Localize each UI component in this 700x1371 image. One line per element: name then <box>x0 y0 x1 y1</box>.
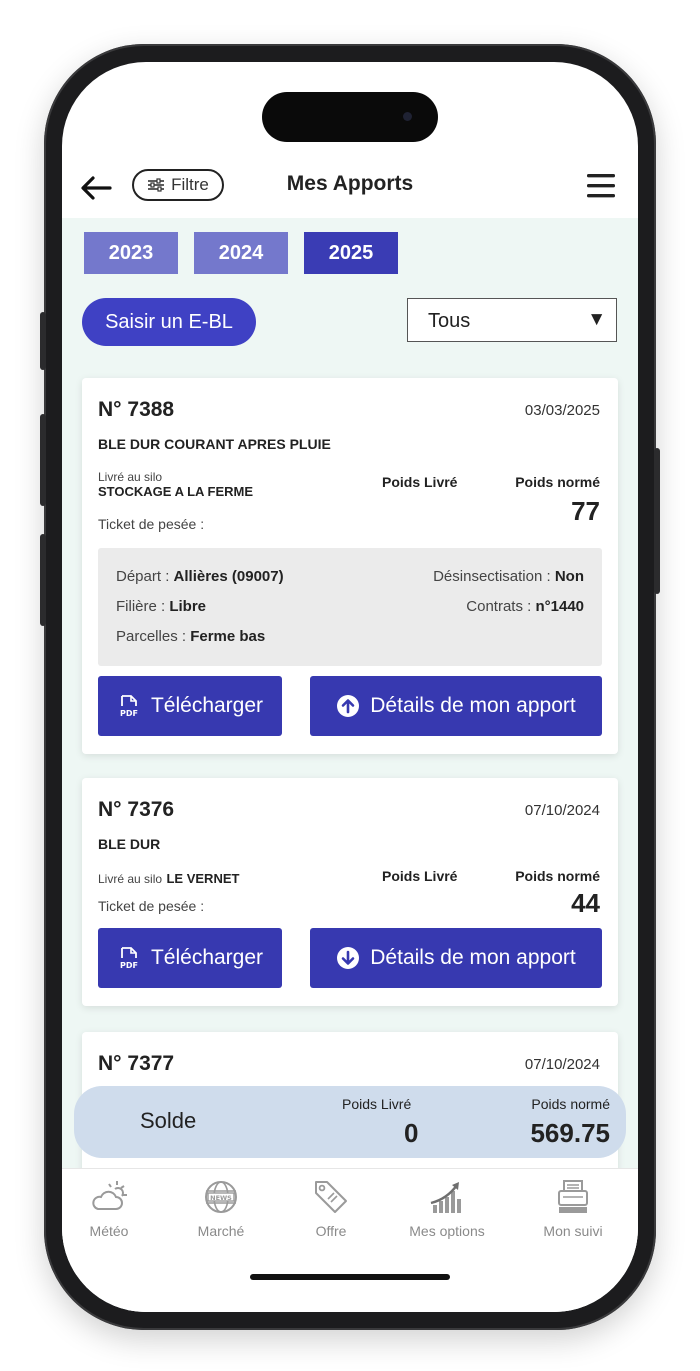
apport-date: 07/10/2024 <box>524 1056 600 1073</box>
volume-up-button <box>40 414 46 506</box>
pdf-file-icon: PDF <box>120 947 138 970</box>
status-select[interactable]: Tous ▼ <box>407 298 617 342</box>
apport-details-panel: Départ : Allières (09007) Désinsectisati… <box>98 548 602 666</box>
weather-icon <box>92 1181 127 1210</box>
nav-label: Marché <box>197 1223 245 1239</box>
dynamic-island <box>262 92 438 142</box>
bottom-navigation: Météo NEWS Marché Offre Mes options Mon … <box>62 1168 638 1312</box>
solde-poids-livre-value: 0 <box>404 1118 419 1148</box>
apport-number: N° 7377 <box>98 1052 175 1075</box>
svg-text:PDF: PDF <box>120 961 138 970</box>
apport-number: N° 7388 <box>98 398 175 421</box>
year-tab-2024[interactable]: 2024 <box>194 232 288 274</box>
year-tabs: 2023 2024 2025 <box>84 232 398 274</box>
nav-item-mes-options[interactable]: Mes options <box>392 1177 502 1239</box>
download-label: Télécharger <box>150 946 264 969</box>
solde-poids-livre-label: Poids Livré <box>342 1096 412 1112</box>
details-label: Détails de mon apport <box>370 946 576 969</box>
filiere-value: Libre <box>169 598 207 615</box>
printer-icon <box>558 1180 588 1213</box>
desinsectisation-value: Non <box>554 568 584 585</box>
poids-norme-value: 77 <box>571 496 600 526</box>
nav-label: Météo <box>89 1223 129 1239</box>
contrats-info: Contrats : n°1440 <box>466 598 584 615</box>
nav-item-marche[interactable]: NEWS Marché <box>166 1177 276 1239</box>
poids-livre-label: Poids Livré <box>382 868 458 884</box>
nav-item-meteo[interactable]: Météo <box>62 1177 164 1239</box>
silo-name: LE VERNET <box>166 871 240 886</box>
depart-value: Allières (09007) <box>173 568 284 585</box>
contrats-value: n°1440 <box>535 598 584 615</box>
nav-label: Mon suivi <box>543 1223 603 1239</box>
nav-label: Offre <box>315 1223 347 1239</box>
details-label: Détails de mon apport <box>370 694 576 717</box>
svg-text:PDF: PDF <box>120 709 138 718</box>
price-tag-icon <box>315 1181 347 1213</box>
ticket-pesee: Ticket de pesée : <box>98 516 205 532</box>
volume-down-button <box>40 534 46 626</box>
silo-prefix: Livré au silo <box>98 470 163 484</box>
solde-poids-norme-label: Poids normé <box>531 1096 610 1112</box>
apport-card: N° 7376 07/10/2024 BLE DUR Livré au silo… <box>82 778 618 1006</box>
download-button[interactable]: PDF Télécharger <box>98 676 282 736</box>
silo-name: STOCKAGE A LA FERME <box>98 484 254 499</box>
poids-norme-label: Poids normé <box>515 868 600 884</box>
product-name: BLE DUR <box>98 836 161 852</box>
nav-label: Mes options <box>409 1223 485 1239</box>
filter-button[interactable]: Filtre <box>132 169 224 201</box>
solde-summary: Solde Poids Livré 0 Poids normé 569.75 <box>74 1086 626 1158</box>
nav-item-mon-suivi[interactable]: Mon suivi <box>518 1177 628 1239</box>
apport-card: N° 7388 03/03/2025 BLE DUR COURANT APRES… <box>82 378 618 754</box>
desinsectisation-info: Désinsectisation : Non <box>433 568 584 585</box>
download-label: Télécharger <box>150 694 264 717</box>
saisir-ebl-button[interactable]: Saisir un E-BL <box>82 298 256 346</box>
dropdown-arrow-icon: ▼ <box>587 309 606 330</box>
pdf-file-icon: PDF <box>120 695 138 718</box>
select-value: Tous <box>428 310 471 332</box>
ticket-pesee: Ticket de pesée : <box>98 898 205 914</box>
silo-info: Livré au silo STOCKAGE A LA FERME <box>98 470 253 499</box>
year-tab-2023[interactable]: 2023 <box>84 232 178 274</box>
parcelles-info: Parcelles : Ferme bas <box>116 628 266 645</box>
silo-prefix: Livré au silo <box>98 872 163 886</box>
filiere-info: Filière : Libre <box>116 598 207 615</box>
parcelles-value: Ferme bas <box>190 628 266 645</box>
chart-growth-icon <box>430 1182 461 1213</box>
filter-label: Filtre <box>171 175 209 194</box>
hamburger-menu-icon[interactable] <box>586 172 616 200</box>
app-header: Filtre Mes Apports <box>62 158 638 218</box>
news-globe-icon: NEWS <box>205 1181 237 1213</box>
product-name: BLE DUR COURANT APRES PLUIE <box>98 436 331 452</box>
silo-info: Livré au silo LE VERNET <box>98 870 239 888</box>
apport-number: N° 7376 <box>98 798 175 821</box>
poids-norme-value: 44 <box>571 888 600 918</box>
mute-switch <box>40 312 46 370</box>
solde-poids-norme-value: 569.75 <box>530 1118 610 1148</box>
solde-label: Solde <box>140 1108 197 1133</box>
home-indicator <box>250 1274 450 1280</box>
poids-norme-label: Poids normé <box>515 474 600 490</box>
phone-screen: Filtre Mes Apports 2023 2024 2025 Saisir… <box>62 62 638 1312</box>
apport-date: 03/03/2025 <box>524 402 600 419</box>
power-button <box>654 448 660 594</box>
apport-date: 07/10/2024 <box>524 802 600 819</box>
back-arrow-icon[interactable] <box>78 170 114 206</box>
year-tab-2025[interactable]: 2025 <box>304 232 398 274</box>
details-apport-button[interactable]: Détails de mon apport <box>310 676 602 736</box>
filter-sliders-icon <box>148 178 165 192</box>
arrow-up-circle-icon <box>337 695 360 717</box>
details-apport-button[interactable]: Détails de mon apport <box>310 928 602 988</box>
arrow-down-circle-icon <box>337 947 360 969</box>
poids-livre-label: Poids Livré <box>382 474 458 490</box>
depart-info: Départ : Allières (09007) <box>116 568 284 585</box>
download-button[interactable]: PDF Télécharger <box>98 928 282 988</box>
nav-item-offre[interactable]: Offre <box>276 1177 386 1239</box>
svg-text:NEWS: NEWS <box>210 1194 232 1202</box>
